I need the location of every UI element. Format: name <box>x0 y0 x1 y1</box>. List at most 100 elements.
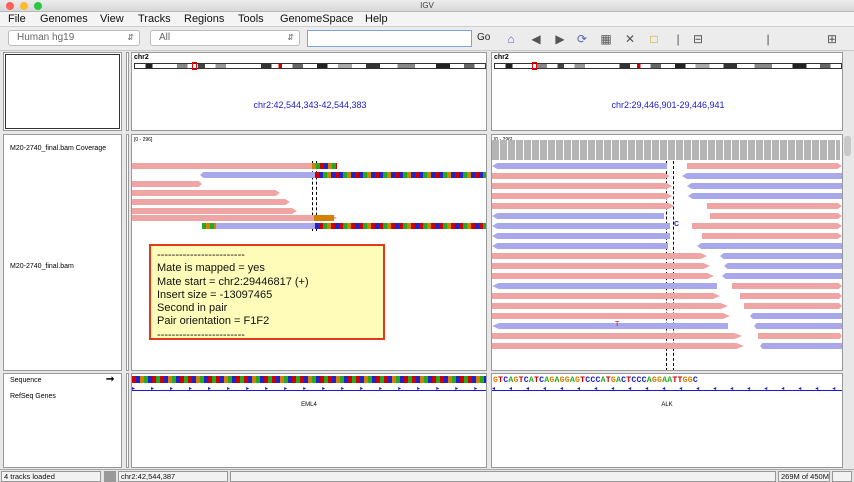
memory-status: 269M of 450M <box>778 471 830 482</box>
read-forward[interactable] <box>132 181 202 187</box>
mismatch-base-t: T <box>615 321 620 328</box>
read-forward[interactable] <box>492 173 670 179</box>
chromosome-label: chr2 <box>494 54 509 61</box>
genome-select[interactable]: Human hg19 ⇵ <box>8 30 140 46</box>
read-forward[interactable] <box>702 233 842 239</box>
chromosome-select[interactable]: All ⇵ <box>150 30 300 46</box>
read-reverse[interactable] <box>492 243 668 249</box>
menu-tools[interactable]: Tools <box>238 13 264 25</box>
read-reverse[interactable] <box>750 313 842 319</box>
read-reverse[interactable] <box>492 233 670 239</box>
chevron-updown-icon: ⇵ <box>127 33 134 42</box>
read-forward[interactable] <box>492 273 714 279</box>
read-reverse[interactable] <box>492 163 667 169</box>
refseq-track-name[interactable]: RefSeq Genes <box>10 393 56 400</box>
menu-genomes[interactable]: Genomes <box>40 13 88 25</box>
read-forward[interactable] <box>732 283 842 289</box>
read-reverse[interactable] <box>688 193 842 199</box>
menu-help[interactable]: Help <box>365 13 388 25</box>
sequence-track-name[interactable]: Sequence <box>10 377 42 384</box>
home-icon[interactable]: ⌂ <box>503 31 519 47</box>
read-reverse[interactable] <box>202 223 315 229</box>
read-forward[interactable] <box>132 215 337 221</box>
read-forward[interactable] <box>492 193 672 199</box>
menu-regions[interactable]: Regions <box>184 13 224 25</box>
header-panel-right: chr2 chr2:29,446,901-29,446,941 <box>491 52 843 131</box>
read-forward[interactable] <box>492 263 710 269</box>
feature-panel-left: ▸▸▸▸▸▸▸▸▸▸▸▸▸▸▸▸▸▸▸▸ EML4 <box>131 373 487 468</box>
region-navigator-icon[interactable]: ▦ <box>598 31 614 47</box>
popup-info-icon[interactable]: □ <box>646 31 662 47</box>
read-forward[interactable] <box>132 208 297 214</box>
read-reverse[interactable] <box>200 172 315 178</box>
read-forward[interactable] <box>710 213 842 219</box>
ruler-icon[interactable]: | <box>670 31 686 47</box>
alignment-track-name[interactable]: M20-2740_final.bam <box>10 263 74 270</box>
read-reverse[interactable] <box>754 323 842 329</box>
locus-input[interactable] <box>307 30 472 47</box>
read-reverse[interactable] <box>760 343 842 349</box>
refresh-icon[interactable]: ⟳ <box>574 31 590 47</box>
read-reverse[interactable] <box>722 273 842 279</box>
coverage-histogram[interactable] <box>492 140 840 160</box>
read-reverse[interactable] <box>682 173 842 179</box>
read-forward[interactable] <box>692 223 842 229</box>
header-name-panel <box>3 52 122 131</box>
sequence-bases: GTCAGTCATCAGAGGAGTCCCATGACTCCCAGGAATTGGC <box>493 376 698 385</box>
read-forward[interactable] <box>707 203 842 209</box>
read-forward[interactable] <box>744 303 842 309</box>
read-reverse[interactable] <box>492 213 664 219</box>
read-reverse[interactable] <box>724 263 842 269</box>
sequence-base: C <box>692 376 698 385</box>
menu-bar: File Genomes View Tracks Regions Tools G… <box>0 12 854 27</box>
read-forward[interactable] <box>758 333 842 339</box>
status-bar: 4 tracks loaded chr2:42,544,387 269M of … <box>0 469 854 482</box>
read-forward[interactable] <box>740 293 842 299</box>
position-status: chr2:42,544,387 <box>118 471 228 482</box>
read-forward[interactable] <box>132 199 290 205</box>
read-forward[interactable] <box>492 333 742 339</box>
data-panel-scrollbar[interactable] <box>844 136 851 156</box>
read-reverse[interactable] <box>687 183 842 189</box>
read-forward[interactable] <box>492 203 674 209</box>
zoom-in-icon[interactable]: ⊞ <box>824 31 840 47</box>
read-forward[interactable] <box>492 253 707 259</box>
read-mismatch-bases <box>202 223 216 229</box>
popup-line: Mate is mapped = yes <box>157 262 265 275</box>
menu-view[interactable]: View <box>100 13 124 25</box>
read-forward[interactable] <box>492 183 672 189</box>
feature-attribute-panel <box>126 373 129 468</box>
strand-arrow-icon[interactable]: ➞ <box>106 374 114 385</box>
read-reverse[interactable] <box>492 223 670 229</box>
data-panel-right[interactable]: [0 - 296] C T <box>491 134 843 371</box>
read-mismatch-bases <box>314 215 334 221</box>
read-soft-clip-bases <box>315 223 486 229</box>
read-reverse[interactable] <box>720 253 842 259</box>
resize-to-window-icon[interactable]: ✕ <box>622 31 638 47</box>
coverage-track-name[interactable]: M20-2740_final.bam Coverage <box>10 145 106 152</box>
menu-tracks[interactable]: Tracks <box>138 13 171 25</box>
menu-genomespace[interactable]: GenomeSpace <box>280 13 353 25</box>
read-forward[interactable] <box>132 163 337 169</box>
read-reverse[interactable] <box>492 283 717 289</box>
read-reverse[interactable] <box>492 323 728 329</box>
read-forward[interactable] <box>132 190 280 196</box>
gene-name-label[interactable]: EML4 <box>132 402 486 408</box>
read-forward[interactable] <box>492 313 730 319</box>
ideogram-position-marker <box>192 62 197 70</box>
chromosome-ideogram[interactable] <box>494 63 842 69</box>
read-forward[interactable] <box>492 293 720 299</box>
chevron-updown-icon: ⇵ <box>287 33 294 42</box>
go-button[interactable]: Go <box>477 32 490 43</box>
menu-file[interactable]: File <box>8 13 26 25</box>
message-status <box>230 471 776 482</box>
read-forward[interactable] <box>492 343 744 349</box>
zoom-out-icon[interactable]: ⊟ <box>690 31 706 47</box>
read-reverse[interactable] <box>697 243 842 249</box>
back-arrow-icon[interactable]: ◀ <box>528 31 544 47</box>
gene-name-label[interactable]: ALK <box>492 402 842 408</box>
read-forward[interactable] <box>492 303 728 309</box>
forward-arrow-icon[interactable]: ▶ <box>552 31 568 47</box>
read-forward[interactable] <box>687 163 842 169</box>
chromosome-ideogram[interactable] <box>134 63 486 69</box>
